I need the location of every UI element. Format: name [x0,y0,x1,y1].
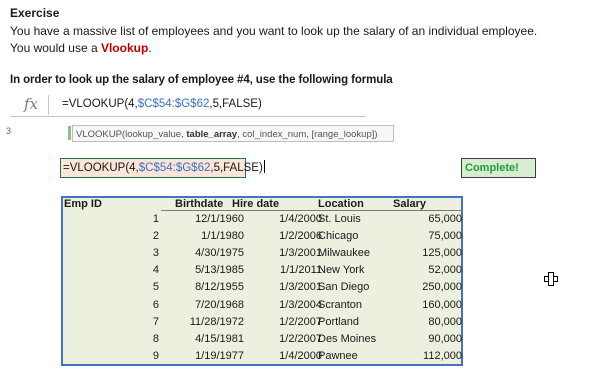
tooltip-fn: VLOOKUP(lookup_value, [76,129,187,140]
cell-location[interactable]: Scranton [318,299,408,311]
header-emp-id: Emp ID [64,198,102,210]
cell-hire-date[interactable]: 1/1/2011 [262,264,322,276]
fx-icon[interactable]: fx [24,95,38,113]
cell-salary[interactable]: 125,000 [402,247,462,259]
cell-emp-id[interactable]: 9 [129,350,159,362]
header-location: Location [318,198,364,210]
text-cursor [263,160,265,173]
cell-salary[interactable]: 160,000 [402,299,462,311]
cell-hire-date[interactable]: 1/3/2001 [262,247,322,259]
cell-emp-id[interactable]: 4 [129,264,159,276]
exercise-description: You have a massive list of employees and… [10,24,538,38]
cell-location[interactable]: Pawnee [318,350,408,362]
cell-hire-date[interactable]: 1/4/2000 [262,213,322,225]
formula-edit-cell[interactable]: =VLOOKUP(4,$C$54:$G$62,5,FALSE) [60,158,265,178]
header-underline [161,210,463,211]
header-hire-date: Hire date [232,198,280,210]
cell-birthdate[interactable]: 4/15/1981 [169,333,244,345]
cell-salary[interactable]: 112,000 [402,350,462,362]
cell-hire-date[interactable]: 1/4/2000 [262,350,322,362]
formula-suffix: ,5,FALSE) [209,98,262,110]
cell-hire-date[interactable]: 1/2/2006 [262,230,322,242]
cell-location[interactable]: New York [318,264,408,276]
cell-hire-date[interactable]: 1/3/2001 [262,281,322,293]
cell-birthdate[interactable]: 4/30/1975 [169,247,244,259]
exercise-hint: You would use a Vlookup. [10,41,152,55]
tooltip-active-arg[interactable]: table_array [186,129,237,140]
cell-emp-id[interactable]: 2 [129,230,159,242]
cell-salary[interactable]: 65,000 [402,213,462,225]
cell-hire-date[interactable]: 1/2/2007 [262,333,322,345]
row-stub-mark: 3 [6,126,12,136]
cell-emp-id[interactable]: 8 [129,333,159,345]
cell-birthdate[interactable]: 8/12/1955 [169,281,244,293]
complete-badge: Complete! [461,158,536,178]
tooltip-marker [68,126,71,140]
cell-formula-prefix: =VLOOKUP(4, [63,162,139,174]
header-birthdate: Birthdate [175,198,224,210]
cell-select-cross-icon-center [549,277,553,281]
cell-location[interactable]: Des Moines [318,333,408,345]
formula-range: $C$54:$G$62 [137,98,210,110]
cell-location[interactable]: San Diego [318,281,408,293]
instruction-text: In order to look up the salary of employ… [10,74,393,86]
cell-birthdate[interactable]: 12/1/1960 [169,213,244,225]
cell-emp-id[interactable]: 6 [129,299,159,311]
cell-salary[interactable]: 80,000 [402,316,462,328]
cell-birthdate[interactable]: 1/1/1980 [169,230,244,242]
cell-birthdate[interactable]: 5/13/1985 [169,264,244,276]
cell-emp-id[interactable]: 3 [129,247,159,259]
cell-hire-date[interactable]: 1/2/2007 [262,316,322,328]
cell-location[interactable]: Portland [318,316,408,328]
hint-suffix: . [148,41,152,55]
tooltip-rest: , col_index_num, [range_lookup]) [237,129,378,140]
hint-prefix: You would use a [10,41,101,55]
cell-birthdate[interactable]: 1/19/1977 [169,350,244,362]
cell-location[interactable]: Chicago [318,230,408,242]
cell-formula-suffix: ,5,FALSE) [210,162,263,174]
cell-hire-date[interactable]: 1/3/2004 [262,299,322,311]
cell-emp-id[interactable]: 7 [129,316,159,328]
function-tooltip: VLOOKUP(lookup_value, table_array, col_i… [72,125,394,142]
cell-location[interactable]: Milwaukee [318,247,408,259]
formula-prefix: =VLOOKUP(4, [62,98,138,110]
cell-location[interactable]: St. Louis [318,213,408,225]
cell-formula-range: $C$54:$G$62 [138,162,211,174]
cell-emp-id[interactable]: 5 [129,281,159,293]
cell-birthdate[interactable]: 7/20/1968 [169,299,244,311]
header-salary: Salary [393,198,427,210]
formula-bar-text[interactable]: =VLOOKUP(4,$C$54:$G$62,5,FALSE) [62,98,262,110]
cell-salary[interactable]: 90,000 [402,333,462,345]
vlookup-highlight: Vlookup [100,41,149,55]
exercise-title: Exercise [10,6,60,20]
cell-birthdate[interactable]: 11/28/1972 [169,316,244,328]
cell-salary[interactable]: 250,000 [402,281,462,293]
cell-salary[interactable]: 75,000 [402,230,462,242]
cell-emp-id[interactable]: 1 [129,213,159,225]
cell-salary[interactable]: 52,000 [402,264,462,276]
